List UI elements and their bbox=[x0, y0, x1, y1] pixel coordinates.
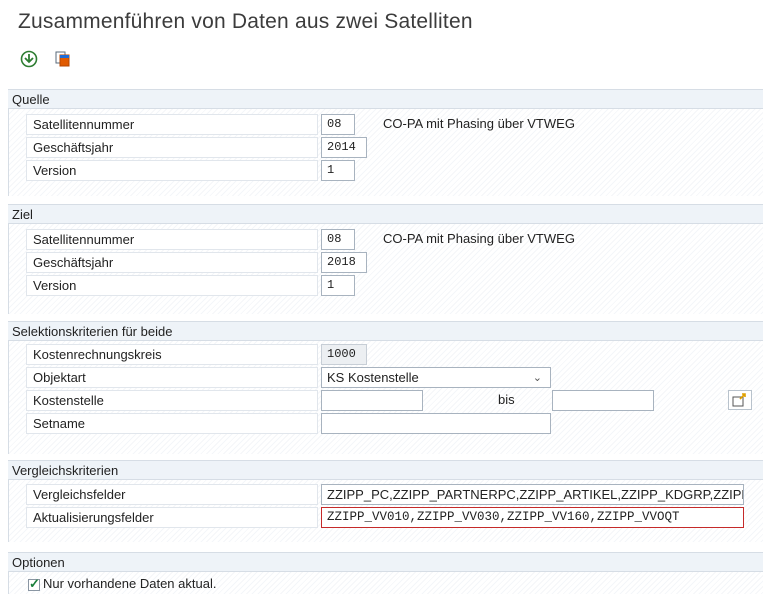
quelle-satellite-desc: CO-PA mit Phasing über VTWEG bbox=[383, 116, 575, 131]
bis-label: bis bbox=[498, 392, 515, 407]
execute-icon[interactable] bbox=[18, 48, 40, 70]
ziel-satellitennummer-field[interactable]: 08 bbox=[321, 229, 355, 250]
label-geschaeftsjahr: Geschäftsjahr bbox=[26, 252, 318, 273]
nur-vorhandene-label: Nur vorhandene Daten aktual. bbox=[43, 576, 217, 591]
objektart-select[interactable]: KS Kostenstelle ⌄ bbox=[321, 367, 551, 388]
label-aktualisierungsfelder: Aktualisierungsfelder bbox=[26, 507, 318, 528]
label-geschaeftsjahr: Geschäftsjahr bbox=[26, 137, 318, 158]
group-header-ziel: Ziel bbox=[8, 204, 763, 224]
window-title: Zusammenführen von Daten aus zwei Satell… bbox=[18, 10, 473, 33]
multiple-selection-button[interactable] bbox=[728, 390, 752, 410]
label-objektart: Objektart bbox=[26, 367, 318, 388]
ziel-geschaeftsjahr-field[interactable]: 2018 bbox=[321, 252, 367, 273]
kostenstelle-to-field[interactable] bbox=[552, 390, 654, 411]
group-header-quelle: Quelle bbox=[8, 89, 763, 109]
setname-field[interactable] bbox=[321, 413, 551, 434]
label-setname: Setname bbox=[26, 413, 318, 434]
toolbar bbox=[18, 46, 74, 72]
ziel-version-field[interactable]: 1 bbox=[321, 275, 355, 296]
label-satellitennummer: Satellitennummer bbox=[26, 229, 318, 250]
label-version: Version bbox=[26, 160, 318, 181]
ziel-satellite-desc: CO-PA mit Phasing über VTWEG bbox=[383, 231, 575, 246]
quelle-geschaeftsjahr-field[interactable]: 2014 bbox=[321, 137, 367, 158]
quelle-satellitennummer-field[interactable]: 08 bbox=[321, 114, 355, 135]
aktualisierungsfelder-field[interactable]: ZZIPP_VV010,ZZIPP_VV030,ZZIPP_VV160,ZZIP… bbox=[321, 507, 744, 528]
group-header-optionen: Optionen bbox=[8, 552, 763, 572]
group-header-vergleich: Vergleichskriterien bbox=[8, 460, 763, 480]
group-header-selektion: Selektionskriterien für beide bbox=[8, 321, 763, 341]
chevron-down-icon: ⌄ bbox=[532, 372, 542, 384]
label-version: Version bbox=[26, 275, 318, 296]
vergleichsfelder-field[interactable]: ZZIPP_PC,ZZIPP_PARTNERPC,ZZIPP_ARTIKEL,Z… bbox=[321, 484, 744, 505]
nur-vorhandene-checkbox[interactable]: ✓ bbox=[28, 576, 40, 591]
label-kostenstelle: Kostenstelle bbox=[26, 390, 318, 411]
kostenrechnungskreis-field: 1000 bbox=[321, 344, 367, 365]
label-vergleichsfelder: Vergleichsfelder bbox=[26, 484, 318, 505]
kostenstelle-from-field[interactable] bbox=[321, 390, 423, 411]
checkmark-icon: ✓ bbox=[29, 576, 40, 591]
label-satellitennummer: Satellitennummer bbox=[26, 114, 318, 135]
multiple-selection-icon bbox=[732, 393, 746, 407]
label-kostenrechnungskreis: Kostenrechnungskreis bbox=[26, 344, 318, 365]
quelle-version-field[interactable]: 1 bbox=[321, 160, 355, 181]
copy-icon[interactable] bbox=[52, 48, 74, 70]
objektart-value: KS Kostenstelle bbox=[327, 370, 419, 385]
